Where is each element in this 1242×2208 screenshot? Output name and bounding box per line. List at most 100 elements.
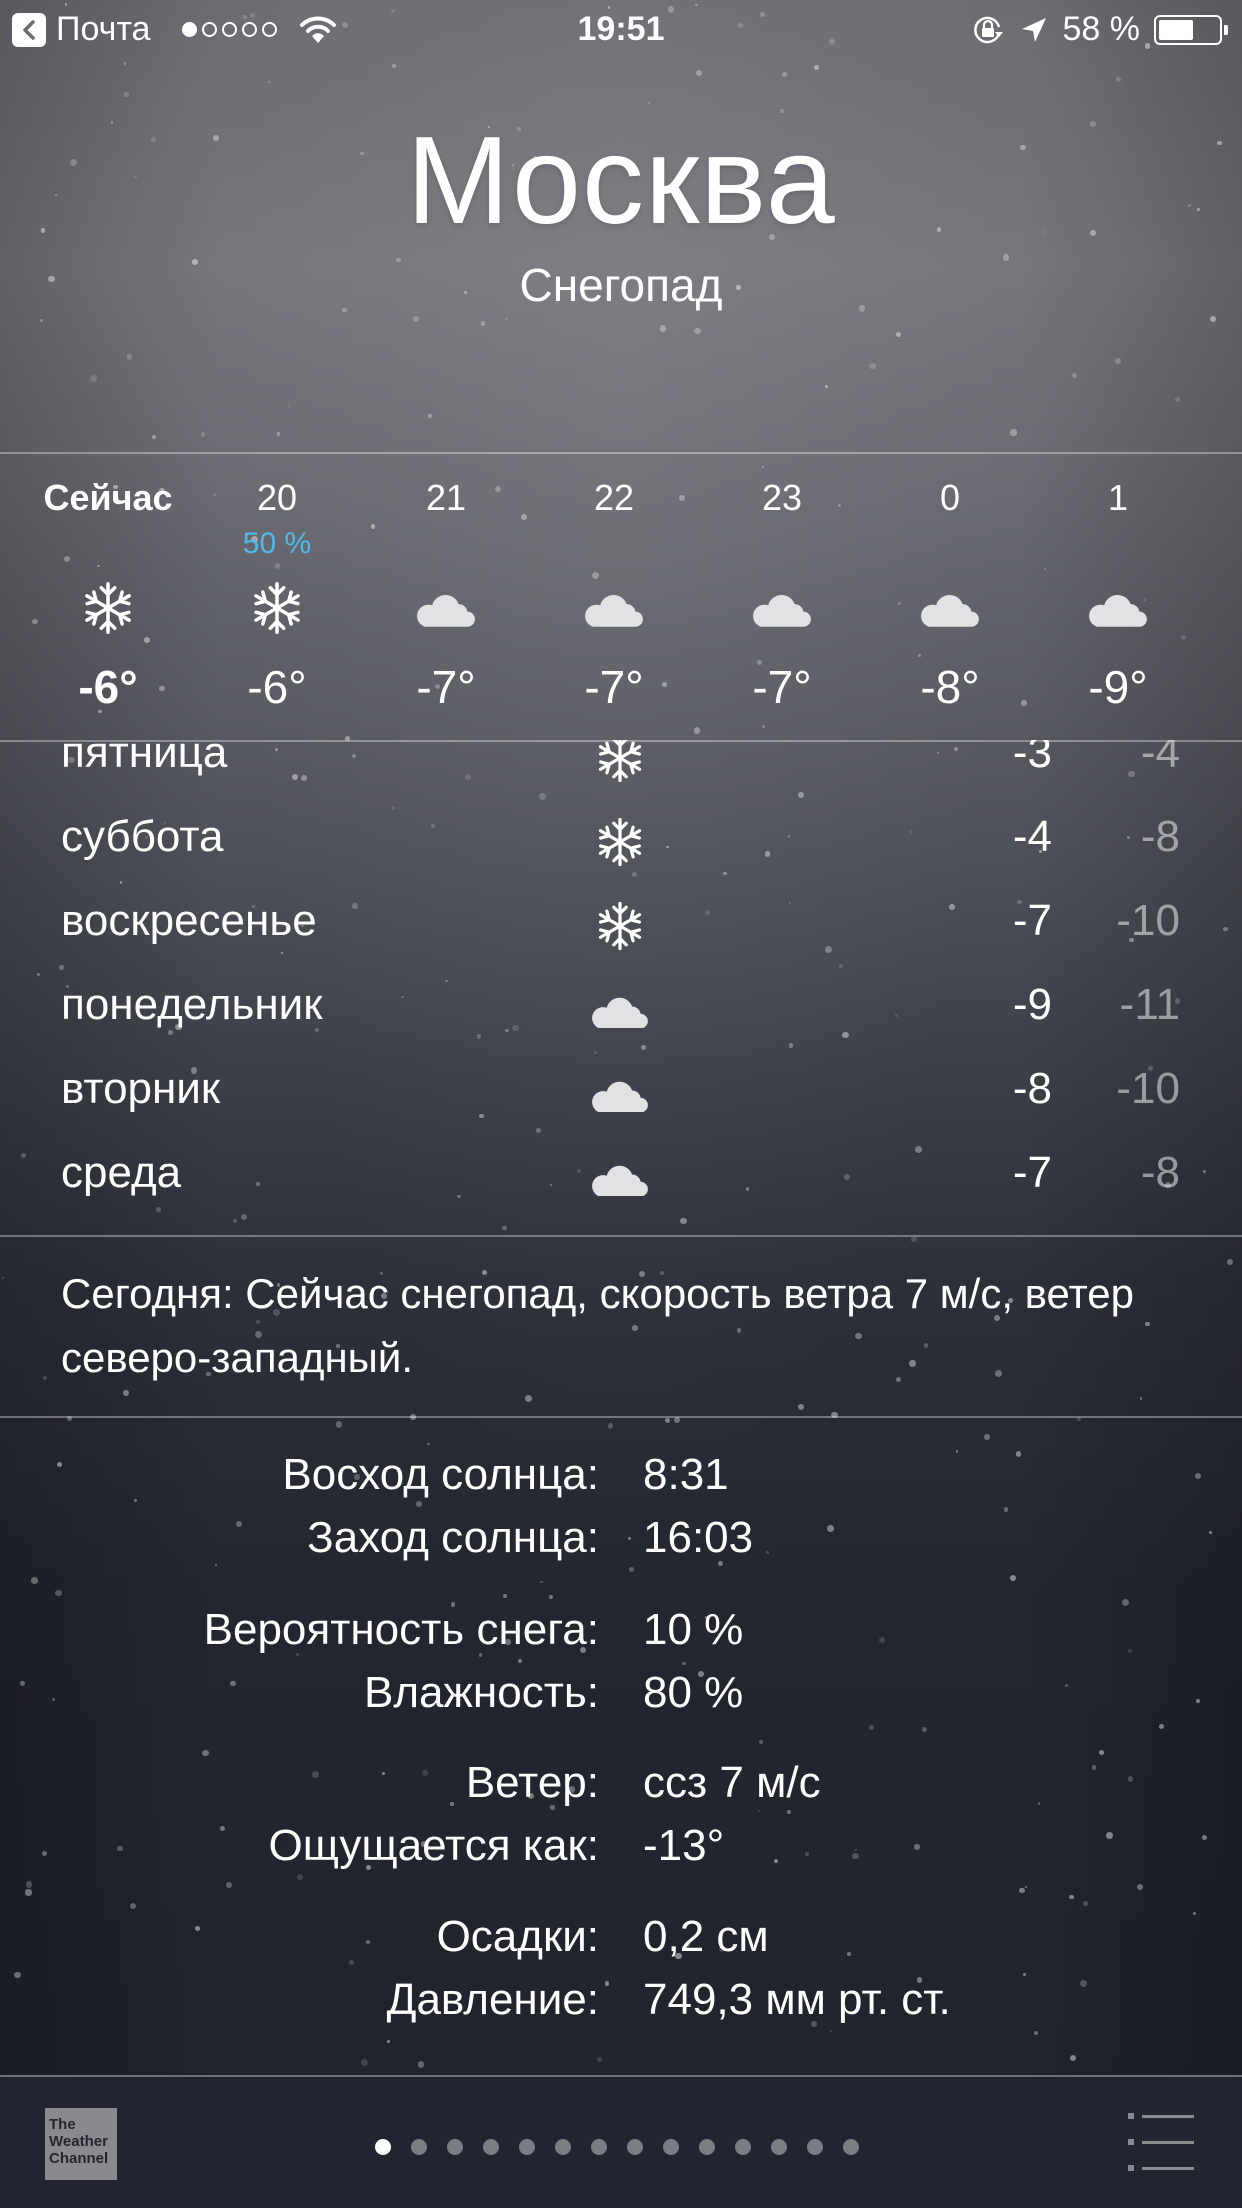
detail-label: Вероятность снега: bbox=[203, 1605, 599, 1654]
page-dot[interactable] bbox=[411, 2139, 427, 2155]
detail-value: 10 % bbox=[643, 1605, 744, 1654]
current-condition: Снегопад bbox=[519, 259, 723, 311]
page-dot[interactable] bbox=[519, 2139, 535, 2155]
low-temp: -11 bbox=[1119, 980, 1180, 1029]
page-dot[interactable] bbox=[483, 2139, 499, 2155]
detail-label: Видимость: bbox=[363, 2066, 599, 2072]
detail-value: 749,3 мм рт. ст. bbox=[643, 1975, 951, 2024]
low-temp: -10 bbox=[1116, 1064, 1180, 1113]
daily-forecast[interactable]: пятница -3 -4 суббота -4 -8 воскресенье … bbox=[0, 740, 1242, 1235]
cloud-icon bbox=[417, 595, 475, 627]
page-dot[interactable] bbox=[555, 2139, 571, 2155]
day-name: среда bbox=[61, 1148, 182, 1197]
detail-value: 2,5 км bbox=[643, 2066, 766, 2072]
hour-label: 23 bbox=[761, 477, 803, 518]
hour-label: 20 bbox=[256, 477, 298, 518]
detail-row: Вероятность снега: 10 % bbox=[0, 1605, 1242, 1669]
page-dot[interactable] bbox=[591, 2139, 607, 2155]
weather-details: Восход солнца: 8:31 Заход солнца: 16:03 … bbox=[0, 1440, 1242, 2072]
divider bbox=[0, 1235, 1242, 1237]
page-dot[interactable] bbox=[447, 2139, 463, 2155]
detail-value: -13° bbox=[643, 1821, 725, 1870]
page-dot[interactable] bbox=[627, 2139, 643, 2155]
hour-temp: -7° bbox=[416, 661, 476, 713]
detail-row: Восход солнца: 8:31 bbox=[0, 1450, 1242, 1514]
divider bbox=[0, 2075, 1242, 2077]
page-dot[interactable] bbox=[663, 2139, 679, 2155]
hour-temp: -6° bbox=[247, 661, 307, 713]
hour-temp: -8° bbox=[920, 661, 980, 713]
daily-row: воскресенье -7 -10 bbox=[0, 896, 1242, 980]
high-temp: -9 bbox=[1012, 980, 1052, 1029]
detail-value: 8:31 bbox=[643, 1450, 729, 1499]
snowflake-icon bbox=[85, 581, 131, 635]
battery-icon bbox=[1154, 14, 1228, 45]
detail-label: Давление: bbox=[386, 1975, 599, 2024]
detail-row: Влажность: 80 % bbox=[0, 1668, 1242, 1732]
low-temp: -8 bbox=[1140, 812, 1180, 861]
hour-label: Сейчас bbox=[43, 477, 173, 518]
cloud-icon bbox=[1089, 595, 1147, 627]
cloud-icon bbox=[753, 595, 811, 627]
day-name: понедельник bbox=[61, 980, 323, 1029]
city-list-button[interactable] bbox=[1128, 2113, 1194, 2171]
detail-row: Ветер: ссз 7 м/с bbox=[0, 1758, 1242, 1822]
hourly-forecast[interactable]: Сейчас -6° 20 50 % -6° 21 -7° 22 -7° 23 … bbox=[0, 455, 1242, 740]
detail-row: Заход солнца: 16:03 bbox=[0, 1513, 1242, 1577]
today-summary: Сегодня: Сейчас снегопад, скорость ветра… bbox=[61, 1270, 1134, 1381]
page-dot[interactable] bbox=[375, 2139, 391, 2155]
daily-row: среда -7 -8 bbox=[0, 1148, 1242, 1232]
daily-row: пятница -3 -4 bbox=[0, 740, 1242, 812]
high-temp: -7 bbox=[1012, 1148, 1052, 1197]
day-name: пятница bbox=[61, 740, 228, 777]
location-arrow-icon bbox=[1021, 17, 1046, 42]
hour-label: 1 bbox=[1107, 477, 1129, 518]
detail-label: Влажность: bbox=[364, 1668, 599, 1717]
detail-label: Ощущается как: bbox=[268, 1821, 599, 1870]
detail-label: Заход солнца: bbox=[307, 1513, 599, 1562]
daily-row: вторник -8 -10 bbox=[0, 1064, 1242, 1148]
snowflake-icon bbox=[598, 901, 642, 951]
snowflake-icon bbox=[598, 740, 642, 783]
day-name: воскресенье bbox=[61, 896, 317, 945]
detail-label: Осадки: bbox=[436, 1912, 599, 1961]
high-temp: -8 bbox=[1012, 1064, 1052, 1113]
high-temp: -7 bbox=[1012, 896, 1052, 945]
hour-temp: -9° bbox=[1088, 661, 1148, 713]
high-temp: -3 bbox=[1012, 740, 1052, 777]
detail-value: 80 % bbox=[643, 1668, 744, 1717]
cloud-icon bbox=[592, 997, 648, 1029]
status-bar: Почта 19:51 58 % bbox=[0, 0, 1242, 60]
detail-row: Видимость: 2,5 км bbox=[0, 2066, 1242, 2072]
low-temp: -10 bbox=[1116, 896, 1180, 945]
list-icon bbox=[1128, 2113, 1134, 2119]
hour-label: 21 bbox=[425, 477, 467, 518]
hour-temp: -7° bbox=[752, 661, 812, 713]
daily-row: суббота -4 -8 bbox=[0, 812, 1242, 896]
weather-channel-logo[interactable]: The Weather Channel bbox=[45, 2108, 117, 2180]
page-dot[interactable] bbox=[807, 2139, 823, 2155]
cloud-icon bbox=[585, 595, 643, 627]
page-dot[interactable] bbox=[699, 2139, 715, 2155]
detail-label: Восход солнца: bbox=[282, 1450, 599, 1499]
daily-row: понедельник -9 -11 bbox=[0, 980, 1242, 1064]
day-name: суббота bbox=[61, 812, 224, 861]
low-temp: -8 bbox=[1140, 1148, 1180, 1197]
page-dot[interactable] bbox=[843, 2139, 859, 2155]
cloud-icon bbox=[592, 1165, 648, 1197]
hour-temp: -6° bbox=[78, 661, 138, 713]
hour-temp: -7° bbox=[584, 661, 644, 713]
detail-row: Давление: 749,3 мм рт. ст. bbox=[0, 1975, 1242, 2039]
page-dot[interactable] bbox=[771, 2139, 787, 2155]
detail-value: 0,2 см bbox=[643, 1912, 769, 1961]
bottom-toolbar: The Weather Channel bbox=[0, 2075, 1242, 2208]
page-dot[interactable] bbox=[735, 2139, 751, 2155]
page-indicator[interactable] bbox=[375, 2139, 859, 2155]
city-name: Москва bbox=[406, 112, 836, 250]
detail-row: Ощущается как: -13° bbox=[0, 1821, 1242, 1885]
hour-label: 22 bbox=[593, 477, 635, 518]
cloud-icon bbox=[921, 595, 979, 627]
high-temp: -4 bbox=[1012, 812, 1052, 861]
orientation-lock-icon bbox=[973, 16, 1003, 43]
snowflake-icon bbox=[598, 817, 642, 867]
